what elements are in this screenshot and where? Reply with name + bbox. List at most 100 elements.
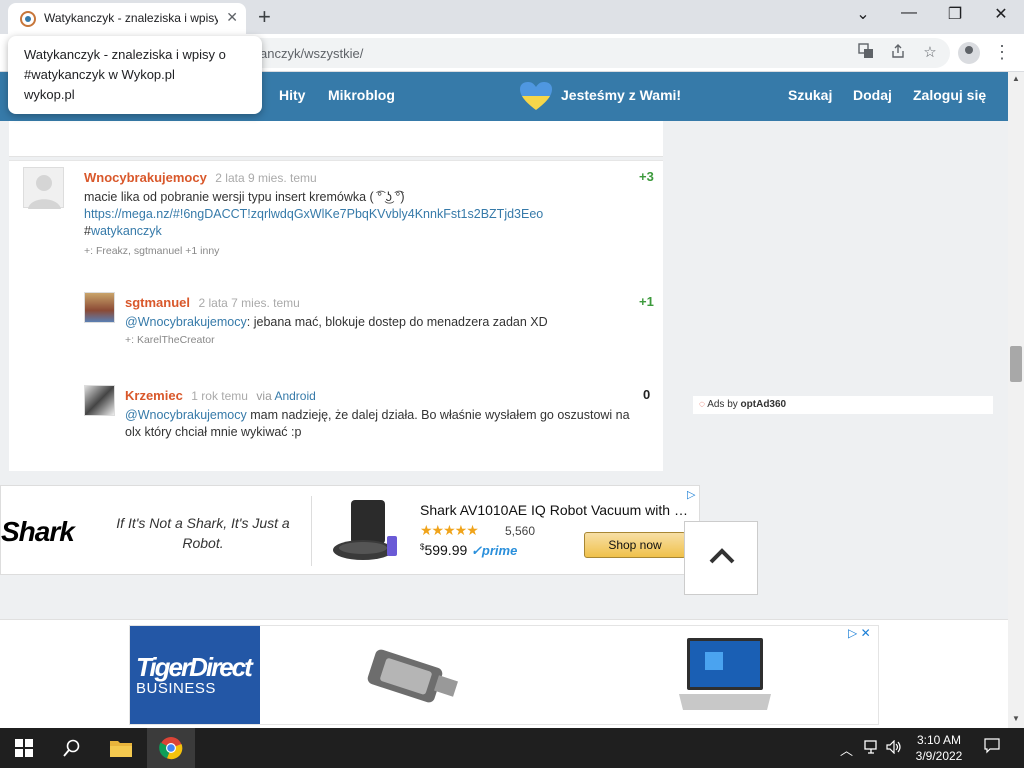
prime-badge: ✓prime bbox=[471, 543, 518, 558]
comment-link[interactable]: https://mega.nz/#!6ngDACCT!zqrlwdqGxWlKe… bbox=[84, 206, 644, 223]
robot-vacuum-image[interactable] bbox=[331, 496, 403, 566]
comment-tag-line: #watykanczyk bbox=[84, 223, 644, 240]
product-price: $599.99 bbox=[420, 542, 467, 558]
profile-avatar-icon[interactable] bbox=[958, 42, 980, 64]
page-content: Hity Mikroblog Jesteśmy z Wami! Szukaj D… bbox=[0, 72, 1008, 728]
entry-card-top bbox=[9, 121, 663, 157]
shark-logo[interactable]: Shark bbox=[1, 516, 75, 548]
tigerdirect-logo[interactable]: TigerDirect BUSINESS bbox=[130, 626, 260, 724]
tab-hover-tooltip: Watykanczyk - znaleziska i wpisy o #waty… bbox=[8, 36, 262, 114]
product-title[interactable]: Shark AV1010AE IQ Robot Vacuum with … bbox=[420, 502, 690, 518]
tray-chevron-up-icon[interactable]: ︿ bbox=[840, 740, 853, 759]
tab-title: Watykanczyk - znaleziska i wpisy bbox=[44, 11, 218, 25]
shark-tagline: If It's Not a Shark, It's Just a Robot. bbox=[116, 515, 290, 551]
nav-zaloguj[interactable]: Zaloguj się bbox=[913, 87, 986, 103]
notifications-icon[interactable] bbox=[984, 738, 1000, 757]
comments-card: Wnocybrakujemocy 2 lata 9 mies. temu +3 … bbox=[9, 160, 663, 471]
chrome-taskbar-button[interactable] bbox=[147, 728, 195, 768]
scroll-to-top-button[interactable] bbox=[684, 521, 758, 595]
comment-author[interactable]: Krzemiec bbox=[125, 388, 183, 403]
ads-by-label[interactable]: ◌ Ads by optAd360 bbox=[693, 396, 993, 414]
search-button[interactable] bbox=[48, 728, 96, 768]
share-icon[interactable] bbox=[888, 43, 908, 63]
translate-icon[interactable] bbox=[856, 43, 876, 63]
ad-close-icon[interactable]: ▷ ✕ bbox=[848, 626, 871, 640]
comment-plus-list[interactable]: +: Freakz, sgtmanuel +1 inny bbox=[84, 245, 219, 257]
file-explorer-button[interactable] bbox=[97, 728, 145, 768]
comment-author[interactable]: Wnocybrakujemocy bbox=[84, 170, 207, 185]
laptop-image[interactable] bbox=[675, 634, 775, 718]
shop-now-button[interactable]: Shop now bbox=[584, 532, 686, 558]
clock-date: 3/9/2022 bbox=[915, 749, 963, 763]
search-icon bbox=[63, 739, 80, 757]
bottom-ad-strip: TigerDirect BUSINESS ▷ ✕ bbox=[0, 619, 1008, 728]
tigerdirect-ad[interactable]: TigerDirect BUSINESS ▷ ✕ bbox=[129, 625, 879, 725]
clock-time: 3:10 AM bbox=[916, 733, 962, 747]
comment-score[interactable]: 0 bbox=[643, 387, 650, 402]
tab-strip: Watykanczyk - znaleziska i wpisy ✕ + ⌄ —… bbox=[0, 0, 1024, 34]
td-logo-line2: BUSINESS bbox=[136, 680, 216, 697]
windows-taskbar: ︿ 3:10 AM 3/9/2022 bbox=[0, 728, 1024, 768]
shark-ad-banner[interactable]: Shark If It's Not a Shark, It's Just a R… bbox=[0, 485, 700, 575]
new-tab-button[interactable]: + bbox=[258, 4, 271, 30]
nav-szukaj[interactable]: Szukaj bbox=[788, 87, 832, 103]
comment-via-label: via bbox=[256, 389, 272, 403]
browser-tab[interactable]: Watykanczyk - znaleziska i wpisy ✕ bbox=[8, 3, 246, 34]
comment-score[interactable]: +3 bbox=[639, 169, 654, 184]
chrome-icon bbox=[159, 737, 183, 760]
comment-mention[interactable]: @Wnocybrakujemocy bbox=[125, 408, 247, 422]
avatar[interactable] bbox=[23, 167, 64, 209]
nav-hity[interactable]: Hity bbox=[279, 87, 305, 103]
comment-via: via Android bbox=[256, 389, 315, 403]
scroll-up-icon[interactable]: ▲ bbox=[1012, 74, 1020, 83]
url-text: anczyk/wszystkie/ bbox=[260, 46, 364, 61]
comment-via-link[interactable]: Android bbox=[274, 389, 315, 403]
tooltip-title: Watykanczyk - znaleziska i wpisy o #waty… bbox=[24, 47, 226, 82]
chrome-menu-icon[interactable]: ⋮ bbox=[993, 42, 1011, 63]
tab-search-icon[interactable]: ⌄ bbox=[840, 4, 886, 24]
nav-dodaj[interactable]: Dodaj bbox=[853, 87, 892, 103]
avatar[interactable] bbox=[84, 292, 115, 323]
taskbar-clock[interactable]: 3:10 AM 3/9/2022 bbox=[911, 732, 967, 764]
restore-button[interactable]: ❐ bbox=[932, 4, 978, 24]
minimize-button[interactable]: — bbox=[886, 4, 932, 22]
avatar[interactable] bbox=[84, 385, 115, 416]
comment-time: 1 rok temu bbox=[191, 389, 248, 403]
close-window-button[interactable]: ✕ bbox=[978, 4, 1024, 24]
comment-text: macie lika od pobranie wersji typu inser… bbox=[84, 190, 405, 204]
usb-drive-image[interactable] bbox=[360, 638, 470, 718]
rating-stars-icon: ★★★★★ bbox=[420, 522, 479, 538]
tab-close-icon[interactable]: ✕ bbox=[226, 9, 238, 26]
nav-mikroblog[interactable]: Mikroblog bbox=[328, 87, 395, 103]
adchoices-icon[interactable]: ▷ bbox=[687, 488, 695, 501]
comment-score[interactable]: +1 bbox=[639, 294, 654, 309]
bookmark-star-icon[interactable]: ☆ bbox=[920, 43, 940, 63]
comment-mention[interactable]: @Wnocybrakujemocy bbox=[125, 315, 247, 329]
price-value: 599.99 bbox=[424, 542, 468, 558]
volume-icon[interactable] bbox=[886, 739, 902, 757]
windows-logo-icon bbox=[15, 739, 33, 757]
ad-divider bbox=[311, 496, 312, 566]
chevron-up-icon bbox=[709, 548, 735, 564]
comment-tag-hash: # bbox=[84, 224, 91, 238]
comment-text: : jebana mać, blokuje dostep do menadzer… bbox=[246, 315, 548, 329]
optad-logo-icon: ◌ bbox=[699, 399, 705, 410]
scroll-down-icon[interactable]: ▼ bbox=[1012, 714, 1020, 723]
comment-plus-list[interactable]: +: KarelTheCreator bbox=[125, 334, 215, 346]
scrollbar-thumb[interactable] bbox=[1010, 346, 1022, 382]
ads-by-brand: optAd360 bbox=[740, 399, 787, 410]
review-count: 5,560 bbox=[505, 524, 536, 538]
tooltip-domain: wykop.pl bbox=[24, 87, 75, 102]
network-icon[interactable] bbox=[864, 740, 880, 757]
comment-author[interactable]: sgtmanuel bbox=[125, 295, 190, 310]
folder-icon bbox=[110, 741, 132, 757]
page-scrollbar[interactable]: ▲ ▼ bbox=[1008, 72, 1024, 728]
start-button[interactable] bbox=[0, 728, 48, 768]
ukraine-heart-icon bbox=[520, 82, 552, 110]
ads-by-prefix: Ads by bbox=[707, 399, 738, 410]
comment-time: 2 lata 7 mies. temu bbox=[198, 296, 300, 310]
comment-tag[interactable]: watykanczyk bbox=[91, 224, 162, 238]
nav-slogan: Jesteśmy z Wami! bbox=[561, 87, 682, 103]
wykop-favicon-icon bbox=[20, 11, 36, 27]
comment-time: 2 lata 9 mies. temu bbox=[215, 171, 317, 185]
